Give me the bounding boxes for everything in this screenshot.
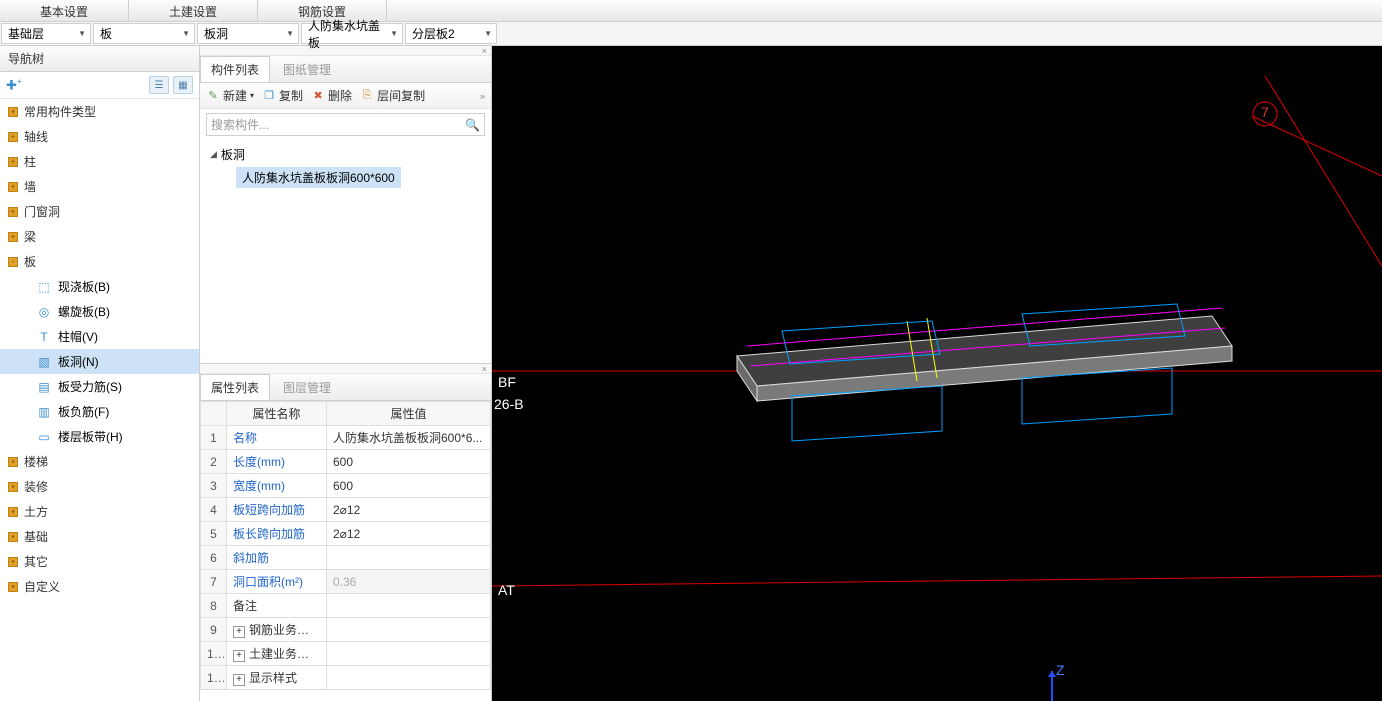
property-row[interactable]: 3宽度(mm)600: [201, 474, 491, 498]
nav-slab-neg[interactable]: ▥板负筋(F): [0, 399, 199, 424]
props-header-num: [201, 402, 227, 426]
view-grid-icon[interactable]: ▦: [173, 76, 193, 94]
component-tabs: 构件列表 图纸管理: [200, 56, 491, 83]
property-row[interactable]: 8备注: [201, 594, 491, 618]
tab-basic-settings[interactable]: 基本设置: [0, 0, 129, 21]
properties-table: 属性名称 属性值 1名称人防集水坑盖板板洞600*6...2长度(mm)6003…: [200, 401, 491, 701]
property-row[interactable]: 4板短跨向加筋2⌀12: [201, 498, 491, 522]
nav-tree-title: 导航树: [0, 46, 199, 72]
nav-slab-force[interactable]: ▤板受力筋(S): [0, 374, 199, 399]
nav-column[interactable]: +柱: [0, 149, 199, 174]
delete-component-button[interactable]: ✖删除: [311, 87, 352, 104]
nav-slab[interactable]: -板: [0, 249, 199, 274]
property-row[interactable]: 14+显示样式: [201, 666, 491, 690]
props-header-value: 属性值: [327, 402, 491, 426]
nav-opening[interactable]: +门窗洞: [0, 199, 199, 224]
nav-slab-strip[interactable]: ▭楼层板带(H): [0, 424, 199, 449]
navtree-add-icon[interactable]: ✚+: [6, 77, 22, 93]
tab-layer-manage[interactable]: 图层管理: [272, 374, 342, 400]
nav-common-types[interactable]: ▪常用构件类型: [0, 99, 199, 124]
search-placeholder: 搜索构件...: [211, 116, 269, 133]
viewport-svg: [492, 46, 1382, 701]
property-row[interactable]: 7洞口面积(m²)0.36: [201, 570, 491, 594]
property-row[interactable]: 12+土建业务属性: [201, 642, 491, 666]
nav-stair[interactable]: ▪楼梯: [0, 449, 199, 474]
middle-panels: × 构件列表 图纸管理 ✎新建▾ ❐复制 ✖删除 ⎘层间复制 » 搜索构件...…: [200, 46, 492, 701]
props-header-name: 属性名称: [227, 402, 327, 426]
layer-dropdown[interactable]: 分层板2▼: [405, 23, 497, 44]
view-list-icon[interactable]: ☰: [149, 76, 169, 94]
nav-tree-list: ▪常用构件类型 +轴线 +柱 +墙 +门窗洞 +梁 -板 ⬚现浇板(B) ◎螺旋…: [0, 99, 199, 701]
nav-wall[interactable]: +墙: [0, 174, 199, 199]
property-row[interactable]: 6斜加筋: [201, 546, 491, 570]
property-row[interactable]: 5板长跨向加筋2⌀12: [201, 522, 491, 546]
properties-panel: × 属性列表 图层管理 属性名称 属性值 1名称人防集水坑盖板板洞600*6..…: [200, 364, 491, 701]
component-tree-item[interactable]: 人防集水坑盖板板洞600*600: [236, 167, 401, 188]
nav-slab-spiral[interactable]: ◎螺旋板(B): [0, 299, 199, 324]
copy-component-button[interactable]: ❐复制: [262, 87, 303, 104]
floor-copy-button[interactable]: ⎘层间复制: [360, 87, 425, 104]
type-dropdown[interactable]: 板洞▼: [197, 23, 299, 44]
nav-tree-panel: 导航树 ✚+ ☰ ▦ ▪常用构件类型 +轴线 +柱 +墙 +门窗洞 +梁 -板 …: [0, 46, 200, 701]
properties-panel-close[interactable]: ×: [200, 364, 491, 374]
kind-dropdown[interactable]: 人防集水坑盖板▼: [301, 23, 403, 44]
new-component-button[interactable]: ✎新建▾: [206, 87, 254, 104]
property-row[interactable]: 9+钢筋业务属性: [201, 618, 491, 642]
nav-slab-cast[interactable]: ⬚现浇板(B): [0, 274, 199, 299]
3d-viewport[interactable]: BF 26-B AT 7 X Z: [492, 46, 1382, 701]
tab-civil-settings[interactable]: 土建设置: [129, 0, 258, 21]
nav-slab-cap[interactable]: T柱帽(V): [0, 324, 199, 349]
nav-custom[interactable]: ▪自定义: [0, 574, 199, 599]
nav-beam[interactable]: +梁: [0, 224, 199, 249]
property-row[interactable]: 1名称人防集水坑盖板板洞600*6...: [201, 426, 491, 450]
component-toolbar: ✎新建▾ ❐复制 ✖删除 ⎘层间复制 »: [200, 83, 491, 109]
component-panel: × 构件列表 图纸管理 ✎新建▾ ❐复制 ✖删除 ⎘层间复制 » 搜索构件...…: [200, 46, 491, 364]
dropdown-bar: 基础层▼ 板▼ 板洞▼ 人防集水坑盖板▼ 分层板2▼: [0, 22, 1382, 46]
category-dropdown[interactable]: 板▼: [93, 23, 195, 44]
nav-axis[interactable]: +轴线: [0, 124, 199, 149]
search-icon: 🔍: [465, 118, 480, 132]
tab-component-list[interactable]: 构件列表: [200, 56, 270, 82]
component-search[interactable]: 搜索构件... 🔍: [206, 113, 485, 136]
nav-foundation[interactable]: ▪基础: [0, 524, 199, 549]
nav-finish[interactable]: ▪装修: [0, 474, 199, 499]
toolbar-overflow-icon[interactable]: »: [480, 91, 485, 101]
nav-earth[interactable]: ▪土方: [0, 499, 199, 524]
nav-slab-hole[interactable]: ▧板洞(N): [0, 349, 199, 374]
component-tree: ◢板洞 人防集水坑盖板板洞600*600: [200, 140, 491, 363]
property-row[interactable]: 2长度(mm)600: [201, 450, 491, 474]
component-tree-root[interactable]: ◢板洞: [200, 144, 491, 165]
nav-other[interactable]: ▪其它: [0, 549, 199, 574]
floor-dropdown[interactable]: 基础层▼: [1, 23, 91, 44]
nav-tree-toolbar: ✚+ ☰ ▦: [0, 72, 199, 99]
tab-drawing-manage[interactable]: 图纸管理: [272, 56, 342, 82]
settings-tabs: 基本设置 土建设置 钢筋设置: [0, 0, 1382, 22]
tab-properties[interactable]: 属性列表: [200, 374, 270, 400]
properties-tabs: 属性列表 图层管理: [200, 374, 491, 401]
